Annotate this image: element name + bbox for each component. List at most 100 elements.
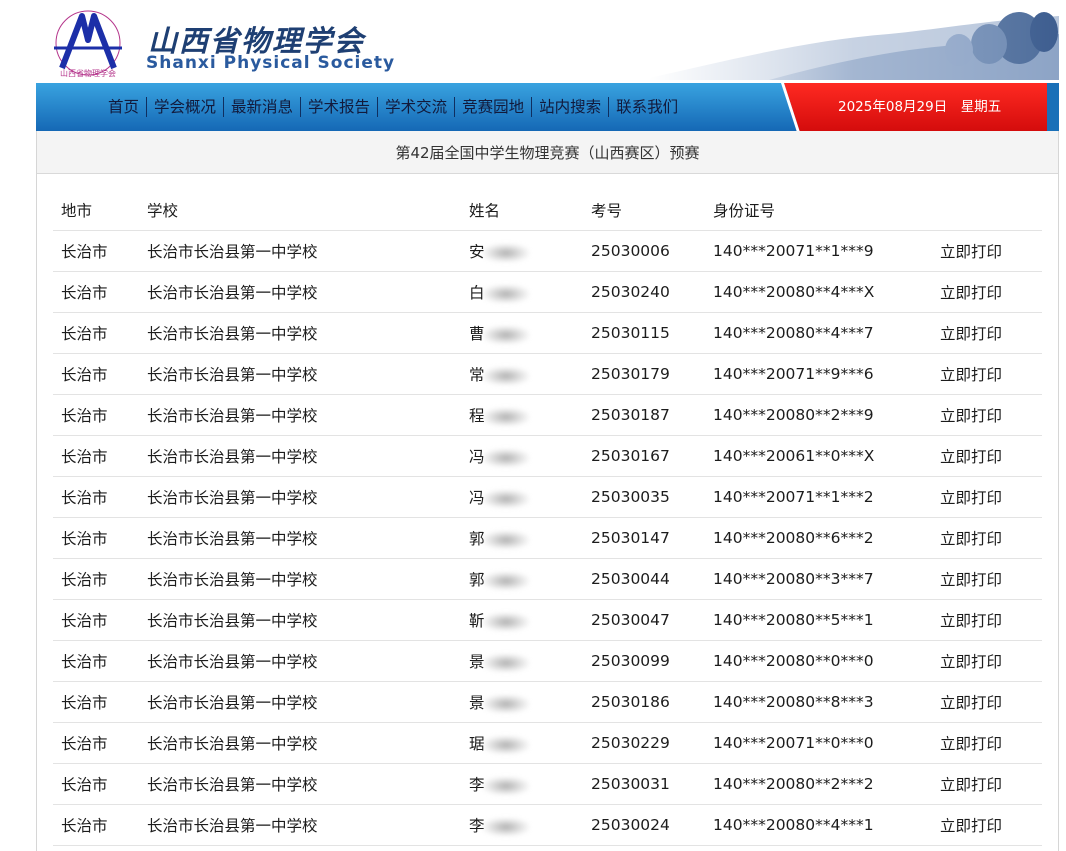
header-city: 地市 [53,189,139,231]
cell-city: 长治市 [53,476,139,518]
cell-city: 长治市 [53,394,139,436]
cell-school: 长治市长治县第一中学校 [139,312,461,354]
cell-name: 安 [461,230,583,272]
nav-exchange[interactable]: 学术交流 [378,97,456,117]
cell-name: 曹 [461,312,583,354]
cell-exam-no: 25030147 [583,517,705,559]
cell-id-no: 140***20080**6***2 [705,517,932,559]
society-logo[interactable]: 山西省物理学会 [52,10,124,80]
redacted-name-blur [482,530,529,549]
cell-id-no: 140***20080**3***7 [705,558,932,600]
nav-reports[interactable]: 学术报告 [301,97,379,117]
table-row: 长治市 长治市长治县第一中学校安 25030006 140***20071**1***… [53,230,1042,272]
print-link: 立即打印 [932,763,1042,805]
redacted-name-blur [482,448,529,467]
header-exam-no: 考号 [583,189,705,231]
cell-city: 长治市 [53,722,139,764]
header-action [932,189,1042,231]
print-now-link[interactable]: 立即打印 [940,243,1002,261]
cell-exam-no: 25030229 [583,722,705,764]
nav-menu: 首页 学会概况 最新消息 学术报告 学术交流 竞赛园地 站内搜索 联系我们 [108,83,685,131]
print-link: 立即打印 [932,681,1042,723]
print-now-link[interactable]: 立即打印 [940,571,1002,589]
print-now-link[interactable]: 立即打印 [940,448,1002,466]
cell-exam-no: 25030031 [583,763,705,805]
nav-news[interactable]: 最新消息 [224,97,302,117]
print-now-link[interactable]: 立即打印 [940,325,1002,343]
cell-id-no: 140***20071**1***9 [705,230,932,272]
cell-id-no: 140***20080**0***0 [705,640,932,682]
cell-school: 长治市长治县第一中学校 [139,599,461,641]
print-now-link[interactable]: 立即打印 [940,530,1002,548]
cell-id-no: 140***20080**4***X [705,271,932,313]
print-now-link[interactable]: 立即打印 [940,612,1002,630]
print-now-link[interactable]: 立即打印 [940,653,1002,671]
cell-id-no: 140***20071**1***2 [705,476,932,518]
table-body: 长治市 长治市长治县第一中学校安 25030006 140***20071**1***… [53,230,1042,846]
redacted-name-blur [482,243,529,262]
redacted-name-blur [482,653,529,672]
print-link: 立即打印 [932,722,1042,764]
cell-city: 长治市 [53,271,139,313]
table-row: 长治市 长治市长治县第一中学校冯 25030167 140***20061**0***… [53,435,1042,477]
cell-id-no: 140***20061**0***X [705,435,932,477]
cell-id-no: 140***20080**4***1 [705,804,932,846]
table-row: 长治市 长治市长治县第一中学校景 25030186 140***20080**8***… [53,681,1042,723]
cell-name: 程 [461,394,583,436]
header-name: 姓名 [461,189,583,231]
nav-competition[interactable]: 竞赛园地 [455,97,533,117]
nav-search[interactable]: 站内搜索 [532,97,610,117]
cell-exam-no: 25030035 [583,476,705,518]
current-date: 2025年08月29日 星期五 [838,99,1002,115]
print-link: 立即打印 [932,271,1042,313]
cell-id-no: 140***20080**8***3 [705,681,932,723]
cell-city: 长治市 [53,558,139,600]
print-now-link[interactable]: 立即打印 [940,366,1002,384]
nav-home[interactable]: 首页 [108,97,148,117]
print-now-link[interactable]: 立即打印 [940,407,1002,425]
print-link: 立即打印 [932,476,1042,518]
table-row: 长治市 长治市长治县第一中学校郭 25030044 140***20080**3***… [53,558,1042,600]
redacted-name-blur [482,612,529,631]
print-link: 立即打印 [932,558,1042,600]
print-link: 立即打印 [932,804,1042,846]
print-link: 立即打印 [932,353,1042,395]
cell-city: 长治市 [53,517,139,559]
nav-edge [1047,83,1059,131]
cell-city: 长治市 [53,435,139,477]
nav-contact[interactable]: 联系我们 [609,97,685,117]
header-decoration [649,10,1059,80]
cell-school: 长治市长治县第一中学校 [139,517,461,559]
print-now-link[interactable]: 立即打印 [940,735,1002,753]
header-school: 学校 [139,189,461,231]
print-now-link[interactable]: 立即打印 [940,817,1002,835]
print-link: 立即打印 [932,640,1042,682]
print-link: 立即打印 [932,517,1042,559]
nav-about[interactable]: 学会概况 [147,97,225,117]
print-link: 立即打印 [932,599,1042,641]
cell-name: 冯 [461,476,583,518]
cell-school: 长治市长治县第一中学校 [139,640,461,682]
cell-city: 长治市 [53,599,139,641]
cell-name: 白 [461,271,583,313]
print-now-link[interactable]: 立即打印 [940,694,1002,712]
print-link: 立即打印 [932,394,1042,436]
table-row: 长治市 长治市长治县第一中学校程 25030187 140***20080**2***… [53,394,1042,436]
redacted-name-blur [482,407,529,426]
table-row: 长治市 长治市长治县第一中学校李 25030024 140***20080**4***… [53,804,1042,846]
cell-school: 长治市长治县第一中学校 [139,353,461,395]
cell-id-no: 140***20071**9***6 [705,353,932,395]
cell-city: 长治市 [53,681,139,723]
cell-name: 李 [461,804,583,846]
cell-exam-no: 25030186 [583,681,705,723]
print-now-link[interactable]: 立即打印 [940,776,1002,794]
cell-exam-no: 25030167 [583,435,705,477]
results-table: 地市 学校 姓名 考号 身份证号 长治市 长治市长治县第一中学校安 25030006… [53,189,1042,846]
print-now-link[interactable]: 立即打印 [940,489,1002,507]
table-row: 长治市 长治市长治县第一中学校曹 25030115 140***20080**4***… [53,312,1042,354]
print-now-link[interactable]: 立即打印 [940,284,1002,302]
cell-name: 冯 [461,435,583,477]
table-row: 长治市 长治市长治县第一中学校靳 25030047 140***20080**5***… [53,599,1042,641]
cell-school: 长治市长治县第一中学校 [139,804,461,846]
cell-exam-no: 25030006 [583,230,705,272]
